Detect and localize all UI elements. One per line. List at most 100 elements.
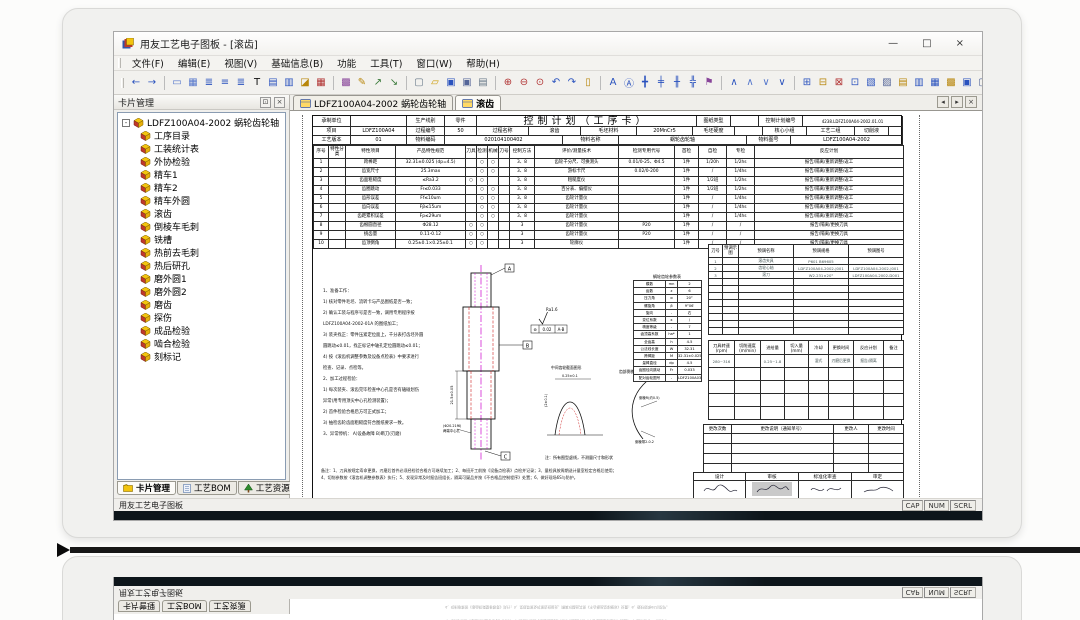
- toolbar-item[interactable]: ╪: [654, 75, 668, 90]
- tree-item[interactable]: 铣槽: [140, 233, 285, 246]
- toolbar-item[interactable]: ▦: [928, 75, 942, 90]
- toolbar-item[interactable]: ◪: [298, 75, 312, 90]
- toolbar-item[interactable]: ↷: [565, 75, 579, 90]
- panel-dock-button[interactable]: ⊡: [260, 97, 271, 108]
- tab-process-bom[interactable]: 工艺BOM: [177, 481, 237, 495]
- tree-item[interactable]: 倒棱车毛刺: [140, 220, 285, 233]
- toolbar-item[interactable]: ▦: [314, 75, 328, 90]
- toolbar-item[interactable]: ↶: [549, 75, 563, 90]
- tree-item[interactable]: 工序目录: [140, 129, 285, 142]
- toolbar-item[interactable]: ▤: [896, 75, 910, 90]
- tree-item[interactable]: 磨齿: [140, 298, 285, 311]
- toolbar-item[interactable]: Ⓐ: [622, 75, 636, 90]
- doc-tab-gunci[interactable]: 滚齿: [455, 95, 501, 110]
- tab-next-button[interactable]: ▸: [951, 96, 963, 108]
- tree-item[interactable]: 啮合检验: [140, 337, 285, 350]
- menu-item[interactable]: 工具(T): [363, 56, 409, 70]
- toolbar-item[interactable]: ∧: [727, 75, 741, 90]
- char-table-row: 6齿向误差Fβ≤15um ○○ 3、8齿轮计量仪1件 /1/4hs报告/隔离/重…: [314, 204, 904, 213]
- toolbar-item[interactable]: ▣: [960, 75, 974, 90]
- toolbar-item[interactable]: ↘: [387, 75, 401, 90]
- menu-item[interactable]: 帮助(H): [459, 56, 507, 70]
- menu-item[interactable]: 窗口(W): [409, 56, 459, 70]
- toolbar-item[interactable]: ╫: [670, 75, 684, 90]
- tree-item[interactable]: 成品检验: [140, 324, 285, 337]
- toolbar-item[interactable]: ⊟: [816, 75, 830, 90]
- toolbar-item[interactable]: ←: [129, 75, 143, 90]
- toolbar-item[interactable]: A: [606, 75, 620, 90]
- toolbar-item[interactable]: ▤: [476, 75, 490, 90]
- toolbar-item[interactable]: ⊙: [533, 75, 547, 90]
- tab-process-resource[interactable]: 工艺资源: [238, 481, 296, 495]
- toolbar-item[interactable]: ▤: [266, 75, 280, 90]
- toolbar-item[interactable]: ✎: [355, 75, 369, 90]
- toolbar-item[interactable]: ╬: [686, 75, 700, 90]
- tree-item[interactable]: 工装统计表: [140, 142, 285, 155]
- toolbar-item[interactable]: ▣: [444, 75, 458, 90]
- tree-item[interactable]: 探伤: [140, 311, 285, 324]
- tree-item[interactable]: 磨外圆2: [140, 285, 285, 298]
- toolbar-item[interactable]: ▯: [581, 75, 595, 90]
- toolbar-item[interactable]: ▩: [944, 75, 958, 90]
- toolbar-item[interactable]: ⚑: [702, 75, 716, 90]
- toolbar-item[interactable]: ▨: [880, 75, 894, 90]
- tree-item[interactable]: 精车1: [140, 168, 285, 181]
- tree-item[interactable]: 热后研孔: [140, 259, 285, 272]
- tree-item[interactable]: 刻标记: [140, 350, 285, 363]
- tree-item[interactable]: 热前去毛刺: [140, 246, 285, 259]
- toolbar-item[interactable]: ▥: [912, 75, 926, 90]
- tree-item[interactable]: 滚齿: [140, 207, 285, 220]
- menu-item[interactable]: 视图(V): [217, 56, 264, 70]
- toolbar-item[interactable]: ≡: [218, 75, 232, 90]
- toolbar-item[interactable]: ↗: [371, 75, 385, 90]
- toolbar-item[interactable]: [721, 76, 722, 90]
- toolbar-item[interactable]: ▦: [186, 75, 200, 90]
- toolbar-item[interactable]: ∧: [743, 75, 757, 90]
- toolbar-item[interactable]: ∨: [775, 75, 789, 90]
- toolbar-item[interactable]: ⊠: [832, 75, 846, 90]
- tree-item[interactable]: 精车2: [140, 181, 285, 194]
- tab-close-button[interactable]: ×: [965, 96, 977, 108]
- toolbar-item[interactable]: ⊡: [848, 75, 862, 90]
- toolbar-item[interactable]: ╋: [638, 75, 652, 90]
- toolbar-item[interactable]: [164, 76, 165, 90]
- menu-item[interactable]: 编辑(E): [171, 56, 217, 70]
- panel-close-button[interactable]: ×: [274, 97, 285, 108]
- doc-tab-directory[interactable]: LDFZ100A04-2002 蜗轮齿轮轴: [293, 95, 453, 110]
- tree-item[interactable]: 外协检验: [140, 155, 285, 168]
- menu-item[interactable]: 功能: [330, 56, 363, 70]
- toolbar-item[interactable]: ▭: [170, 75, 184, 90]
- toolbar-item[interactable]: ▢: [412, 75, 426, 90]
- close-button[interactable]: ×: [956, 38, 964, 49]
- toolbar-item[interactable]: [600, 76, 601, 90]
- toolbar-item[interactable]: ⊞: [800, 75, 814, 90]
- toolbar-item[interactable]: [495, 76, 496, 90]
- toolbar-item[interactable]: ▢: [976, 75, 982, 90]
- toolbar-item[interactable]: [406, 76, 407, 90]
- menu-item[interactable]: 文件(F): [125, 56, 171, 70]
- toolbar-item[interactable]: T: [250, 75, 264, 90]
- toolbar-item[interactable]: ▱: [428, 75, 442, 90]
- toolbar-item[interactable]: ▣: [460, 75, 474, 90]
- tree-expand-icon[interactable]: -: [122, 119, 130, 127]
- tree-item[interactable]: 精车外圆: [140, 194, 285, 207]
- toolbar-item[interactable]: [794, 76, 795, 90]
- tab-prev-button[interactable]: ◂: [937, 96, 949, 108]
- minimize-button[interactable]: —: [888, 38, 898, 49]
- toolbar-item[interactable]: ⊖: [517, 75, 531, 90]
- toolbar-item[interactable]: ▥: [282, 75, 296, 90]
- maximize-button[interactable]: □: [922, 38, 931, 49]
- tree-item[interactable]: 磨外圆1: [140, 272, 285, 285]
- tab-card-manager[interactable]: 卡片管理: [117, 481, 176, 495]
- drawing-canvas[interactable]: 承制单位 生产线别 零件 控制计划（工序卡） 图纸类型 控制计划编号 4238.…: [290, 111, 982, 498]
- toolbar-item[interactable]: →: [145, 75, 159, 90]
- toolbar-item[interactable]: ∨: [759, 75, 773, 90]
- menu-item[interactable]: 基础信息(B): [264, 56, 330, 70]
- toolbar-item[interactable]: ▧: [864, 75, 878, 90]
- toolbar-item[interactable]: ≣: [234, 75, 248, 90]
- toolbar-item[interactable]: ≣: [202, 75, 216, 90]
- toolbar-item[interactable]: [333, 76, 334, 90]
- tree-root[interactable]: - LDFZ100A04-2002 蜗轮齿轮轴: [122, 116, 285, 129]
- toolbar-item[interactable]: ▩: [339, 75, 353, 90]
- toolbar-item[interactable]: ⊕: [501, 75, 515, 90]
